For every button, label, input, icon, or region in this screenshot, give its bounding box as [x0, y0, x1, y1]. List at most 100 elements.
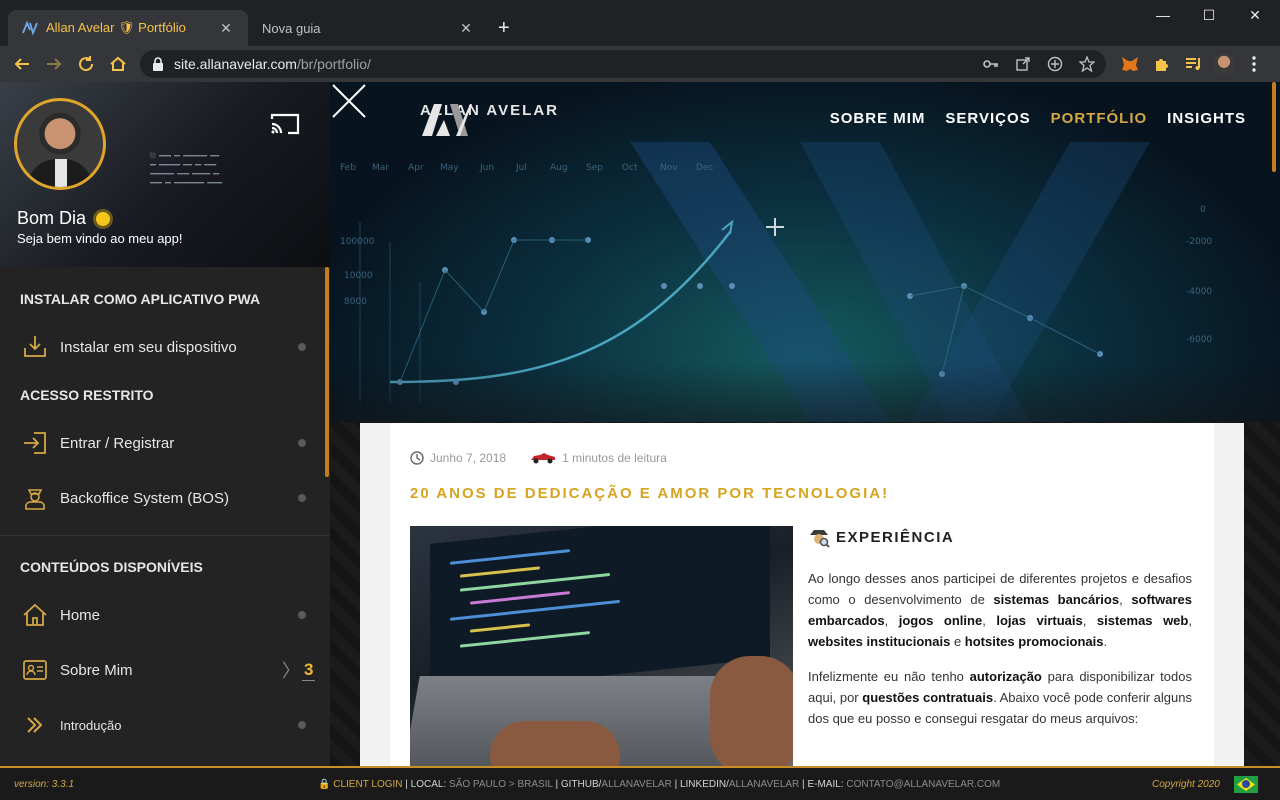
double-chevron-icon: [27, 717, 43, 733]
back-button[interactable]: [10, 52, 34, 76]
linkedin-link[interactable]: LINKEDIN/ALLANAVELAR: [680, 779, 799, 790]
sidebar-item-install[interactable]: Instalar em seu dispositivo: [0, 327, 320, 367]
svg-text:10000: 10000: [344, 271, 373, 281]
section-restricted: ACESSO RESTRITO: [20, 387, 154, 403]
svg-text:Dec: Dec: [696, 163, 713, 173]
arrow-right-icon: [47, 58, 62, 70]
minimize-button[interactable]: —: [1140, 0, 1186, 30]
svg-text:Oct: Oct: [622, 163, 638, 173]
sidebar-item-label: Sobre Mim: [60, 661, 133, 679]
main-nav: SOBRE MIM SERVIÇOS PORTFÓLIO INSIGHTS: [830, 110, 1246, 127]
close-window-button[interactable]: ✕: [1232, 0, 1278, 30]
email-link[interactable]: E-MAIL: CONTATO@ALLANAVELAR.COM: [807, 779, 1000, 790]
greeting-text: Bom Dia: [17, 208, 87, 228]
read-time: 1 minutos de leitura: [562, 451, 667, 465]
paragraph-1: Ao longo desses anos participei de difer…: [808, 571, 1193, 649]
nav-insights[interactable]: INSIGHTS: [1167, 110, 1246, 127]
clock-icon: [410, 451, 424, 465]
greeting-subtitle: Seja bem vindo ao meu app!: [17, 231, 183, 246]
svg-text:8000: 8000: [344, 297, 367, 307]
bookmark-star-icon[interactable]: [1078, 56, 1096, 72]
version-text: version: 3.3.1: [14, 778, 75, 790]
svg-text:Apr: Apr: [408, 163, 424, 173]
maximize-button[interactable]: ☐: [1186, 0, 1232, 30]
reload-button[interactable]: [74, 52, 98, 76]
cast-icon[interactable]: [270, 112, 300, 136]
github-link[interactable]: GITHUB/ALLANAVELAR: [561, 779, 672, 790]
article-title: 20 ANOS DE DEDICAÇÃO E AMOR POR TECNOLOG…: [410, 485, 890, 502]
sidebar-scrollbar[interactable]: [325, 267, 329, 477]
address-bar[interactable]: site.allanavelar.com/br/portfolio/: [140, 50, 1106, 78]
sidebar-item-label: Backoffice System (BOS): [60, 489, 229, 507]
status-dot: [298, 439, 306, 447]
article-image-laptop: [410, 526, 793, 766]
lock-icon: 🔒: [318, 778, 331, 790]
av-logo-icon: [422, 104, 472, 136]
sidebar-item-about[interactable]: Sobre Mim 〉 3: [0, 650, 320, 690]
article-card: Junho 7, 2018 1 minutos de leitura 20 AN…: [360, 423, 1244, 766]
close-menu-icon[interactable]: [330, 82, 368, 120]
home-button[interactable]: [106, 52, 130, 76]
section-pwa: INSTALAR COMO APLICATIVO PWA: [20, 291, 261, 307]
submenu-count-badge: 〉 3: [282, 657, 316, 683]
sidebar-item-label: Home: [60, 606, 101, 624]
sidebar-item-label: Introdução: [60, 717, 122, 733]
app-sidebar: ░░ ▬▬▬▬ ▬▬ ▬▬▬▬▬▬▬▬ ▬▬▬ ▬▬ ▬▬▬▬▬▬▬ ▬▬▬ ▬▬…: [0, 82, 330, 766]
download-icon: [24, 336, 46, 357]
brand-logo[interactable]: ALLAN AVELAR: [420, 102, 559, 136]
footer-bar: version: 3.3.1 🔒 CLIENT LOGIN | LOCAL: S…: [0, 766, 1280, 800]
close-tab-icon[interactable]: ✕: [458, 20, 474, 37]
browser-menu-button[interactable]: [1242, 52, 1266, 76]
arrow-left-icon: [14, 58, 29, 70]
svg-text:0: 0: [1200, 205, 1206, 215]
svg-text:-4000: -4000: [1186, 287, 1212, 297]
svg-text:Feb: Feb: [340, 163, 356, 173]
agent-icon: [25, 489, 45, 510]
sidebar-item-intro[interactable]: Introdução: [0, 705, 320, 745]
playlist-icon[interactable]: [1182, 52, 1206, 76]
open-external-icon[interactable]: [1014, 56, 1032, 72]
svg-text:Jun: Jun: [479, 163, 494, 173]
footer-links: 🔒 CLIENT LOGIN | LOCAL: SÃO PAULO > BRAS…: [318, 778, 1001, 790]
nav-servicos[interactable]: SERVIÇOS: [945, 110, 1030, 127]
nav-sobre-mim[interactable]: SOBRE MIM: [830, 110, 926, 127]
paragraph-2: Infelizmente eu não tenho autorização pa…: [808, 669, 1192, 726]
reload-icon: [79, 56, 94, 72]
brazil-flag-icon[interactable]: [1234, 776, 1258, 793]
tab-portfolio[interactable]: Allan Avelar 🛡 Portfólio ✕: [8, 10, 248, 46]
page-scrollbar[interactable]: [1272, 82, 1276, 172]
new-tab-button[interactable]: +: [498, 16, 510, 40]
article-text: EXPERIÊNCIA Ao longo desses anos partici…: [808, 526, 1192, 729]
sun-icon: [96, 211, 111, 226]
home-icon: [110, 56, 126, 71]
key-icon[interactable]: [982, 56, 1000, 72]
nav-portfolio[interactable]: PORTFÓLIO: [1051, 110, 1148, 127]
browser-toolbar: site.allanavelar.com/br/portfolio/: [0, 46, 1280, 82]
svg-text:Mar: Mar: [372, 163, 389, 173]
tab-title: Allan Avelar 🛡 Portfólio: [46, 20, 186, 35]
av-logo-icon: [22, 20, 38, 36]
svg-text:Jul: Jul: [515, 163, 527, 173]
extensions-puzzle-icon[interactable]: [1150, 52, 1174, 76]
forward-button[interactable]: [42, 52, 66, 76]
avatar: [1213, 53, 1235, 75]
sidebar-item-home[interactable]: Home: [0, 595, 320, 635]
login-icon: [24, 432, 46, 454]
copyright-text: Copyright 2020: [1152, 778, 1220, 790]
user-avatar[interactable]: [14, 98, 106, 190]
article-date: Junho 7, 2018: [430, 451, 507, 465]
metamask-extension-icon[interactable]: [1118, 52, 1142, 76]
close-tab-icon[interactable]: ✕: [218, 20, 234, 37]
id-card-icon: [23, 660, 47, 680]
svg-text:100000: 100000: [340, 237, 375, 247]
profile-avatar[interactable]: [1212, 52, 1236, 76]
sidebar-item-label: Instalar em seu dispositivo: [60, 338, 237, 356]
greeting: Bom Dia: [17, 208, 111, 229]
main-content: Feb Mar Apr May Jun Jul Aug Sep Oct Nov Dec 0 -20…: [330, 82, 1280, 766]
client-login-link[interactable]: CLIENT LOGIN: [333, 779, 402, 790]
sidebar-item-login[interactable]: Entrar / Registrar: [0, 423, 320, 463]
tab-new[interactable]: Nova guia ✕: [248, 10, 488, 46]
code-background-decoration: ░░ ▬▬▬▬ ▬▬ ▬▬▬▬▬▬▬▬ ▬▬▬ ▬▬ ▬▬▬▬▬▬▬ ▬▬▬ ▬▬…: [150, 153, 223, 186]
install-app-icon[interactable]: [1046, 56, 1064, 72]
sidebar-item-backoffice[interactable]: Backoffice System (BOS): [0, 478, 320, 518]
